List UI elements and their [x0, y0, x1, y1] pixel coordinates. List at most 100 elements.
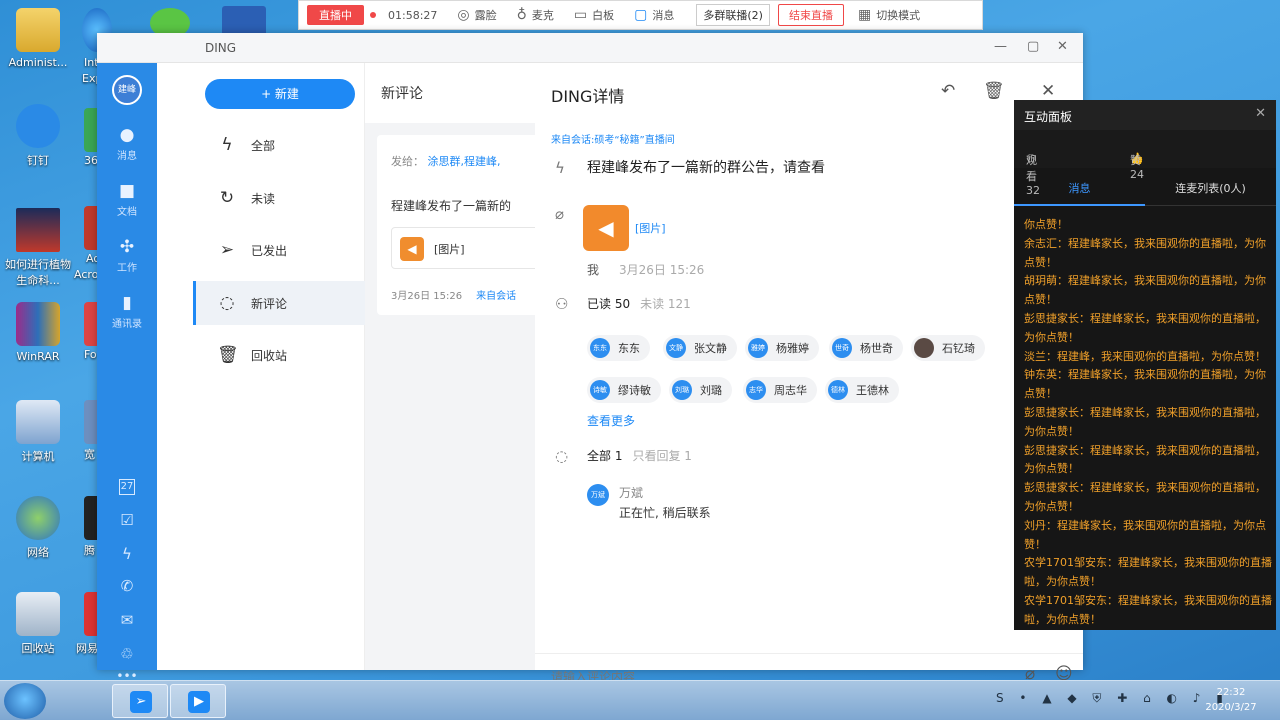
reader-chip[interactable]: 石钇琦 [911, 335, 985, 361]
panel-tabs: 消息 连麦列表(0人) [1014, 168, 1276, 206]
panel-close-icon[interactable]: ✕ [1255, 106, 1266, 121]
maximize-button[interactable]: ▢ [1027, 39, 1039, 54]
desktop-icon-network[interactable]: 网络 [0, 496, 76, 560]
desktop-icon-recycle[interactable]: 回收站 [0, 592, 76, 656]
delete-icon[interactable]: 🗑 [983, 81, 1005, 101]
menu-item-unread[interactable]: ↻ 未读 [193, 176, 365, 220]
reader-chip[interactable]: 德林 王德林 [825, 377, 899, 403]
folder-icon: ■ [118, 181, 136, 201]
live-message: 胡玥萌：程建峰家长，我来围观你的直播啦，为你点赞！ [1024, 274, 1266, 307]
ding-menu-panel: + 新建 ϟ 全部 ↻ 未读 ➢ 已发出 ◌ 新评论 🗑 回收站 [157, 63, 365, 670]
nav-work[interactable]: ✣ 工作 [97, 237, 157, 274]
phone-video-icon[interactable]: ✆ [97, 577, 157, 595]
live-message: 农学1701邹安东：程建峰家长，我来围观你的直播啦，为你点赞！ [1024, 556, 1272, 589]
ding-card[interactable]: 发给： 涂思群,程建峰, 程建峰发布了一篇新的 ◀ [图片] 3月26日 15:… [377, 135, 535, 315]
dingtalk-icon: ➢ [130, 691, 152, 713]
live-message-list[interactable]: 你点赞！ 余志汇：程建峰家长，我来围观你的直播啦，为你点赞！ 胡玥萌：程建峰家长… [1024, 216, 1272, 630]
message-button[interactable]: ▢ 消息 [634, 7, 674, 23]
live-message: 刘丹：程建峰家长，我来围观你的直播啦，为你点赞！ [1024, 518, 1266, 551]
tab-messages[interactable]: 消息 [1014, 180, 1145, 196]
detail-image-label[interactable]: [图片] [635, 220, 666, 236]
reader-chip[interactable]: 刘璐 刘璐 [669, 377, 732, 403]
system-tray[interactable]: S • ▲ ◆ ⛨ ✚ ⌂ ◐ ♪ ▮ [996, 691, 1229, 706]
commenter-name: 万斌 [619, 486, 644, 500]
comment-bubble-icon: ◌ [219, 293, 235, 313]
desktop-icon-video[interactable]: 如何进行植物生命科... [0, 208, 76, 288]
detail-close-icon[interactable]: ✕ [1041, 81, 1055, 101]
start-button[interactable] [4, 683, 46, 719]
desktop-icon-dingtalk[interactable]: 钉钉 [0, 104, 76, 168]
send-plane-icon: ➢ [219, 240, 235, 260]
desktop-icon-winrar[interactable]: WinRAR [0, 302, 76, 363]
reader-chip[interactable]: 雅婷 杨雅婷 [745, 335, 819, 361]
desktop-icon-computer[interactable]: 计算机 [0, 400, 76, 464]
interactive-panel-title: 互动面板 [1024, 110, 1073, 124]
only-replies-tab[interactable]: 只看回复 1 [632, 449, 691, 463]
whiteboard-icon: ▭ [573, 7, 588, 23]
window-close-button[interactable]: ✕ [1057, 39, 1068, 54]
live-message: 淡兰：程建峰，我来围观你的直播啦，为你点赞！ [1024, 349, 1266, 363]
taskbar-clock[interactable]: 22:32 2020/3/27 [1196, 685, 1266, 715]
cloud-icon[interactable]: ♲ [97, 645, 157, 663]
reader-chip[interactable]: 志华 周志华 [743, 377, 817, 403]
reader-chip[interactable]: 世奇 杨世奇 [829, 335, 903, 361]
comments-header: 全部 1 只看回复 1 [587, 447, 692, 464]
recording-dot-icon [370, 12, 376, 18]
whiteboard-button[interactable]: ▭ 白板 [574, 7, 614, 23]
window-titlebar: DING — ▢ ✕ [97, 33, 1083, 63]
live-stats: ⚇ 观看 32 👍 赞 24 [1014, 130, 1276, 197]
nav-docs[interactable]: ■ 文档 [97, 181, 157, 218]
comments-all-tab[interactable]: 全部 1 [587, 449, 622, 463]
mic-button[interactable]: ♁ 麦克 [517, 7, 554, 23]
comment-text: 正在忙, 稍后联系 [619, 506, 711, 520]
megaphone-image[interactable]: ◀ [583, 205, 629, 251]
megaphone-icon: ◀ [400, 237, 424, 261]
undo-icon[interactable]: ↶ [941, 81, 955, 101]
new-ding-button[interactable]: + 新建 [205, 79, 355, 109]
word-icon[interactable] [222, 6, 266, 36]
ding-detail-panel: DING详情 ↶ 🗑 ✕ 来自会话:硕考“秘籍”直播间 ϟ 程建峰发布了一篇新的… [535, 63, 1083, 688]
active-tab-indicator [1014, 204, 1145, 206]
nav-messages[interactable]: ● 消息 [97, 125, 157, 162]
end-live-button[interactable]: 结束直播 [777, 4, 844, 26]
reader-chip[interactable]: 文静 张文静 [663, 335, 737, 361]
comment-list-panel: 新评论 发给： 涂思群,程建峰, 程建峰发布了一篇新的 ◀ [图片] 3月26日… [365, 63, 535, 670]
apps-grid-icon: ✣ [119, 237, 135, 257]
live-message: 钟东英：程建峰家长，我来围观你的直播啦，为你点赞！ [1024, 368, 1266, 401]
reader-chip[interactable]: 东东 东东 [587, 335, 650, 361]
menu-item-sent[interactable]: ➢ 已发出 [193, 228, 365, 272]
user-avatar[interactable]: 建峰 [112, 75, 142, 105]
mail-icon[interactable]: ✉ [97, 611, 157, 629]
tab-mic-list[interactable]: 连麦列表(0人) [1145, 180, 1276, 196]
card-source-link[interactable]: 来自会话 [476, 291, 516, 302]
taskbar-live[interactable]: ▶ [170, 684, 226, 718]
folder-icon [16, 8, 60, 52]
menu-item-all[interactable]: ϟ 全部 [193, 123, 365, 167]
comment-icon: ◌ [555, 447, 569, 465]
interactive-panel: 互动面板 ✕ ⚇ 观看 32 👍 赞 24 消息 连麦列表(0人) 你点赞！ 余… [1014, 100, 1276, 630]
desktop-label-teng: 腾 [84, 544, 95, 557]
camera-button[interactable]: ◎ 露脸 [457, 7, 496, 23]
reader-chip[interactable]: 诗敏 缪诗敏 [587, 377, 661, 403]
interactive-panel-header: 互动面板 ✕ [1014, 100, 1276, 130]
ding-lightning-icon[interactable]: ϟ [97, 545, 157, 563]
detail-sender: 我 [587, 263, 600, 277]
desktop-label-fo: Fo [84, 348, 97, 361]
taskbar: ➢ ▶ S • ▲ ◆ ⛨ ✚ ⌂ ◐ ♪ ▮ 22:32 2020/3/27 [0, 680, 1280, 720]
todo-checkbox-icon[interactable]: ☑ [97, 511, 157, 529]
calendar-icon[interactable]: 27 [97, 479, 157, 495]
unread-count[interactable]: 未读 121 [640, 297, 691, 311]
desktop-icon-admin[interactable]: Administ... [0, 8, 76, 69]
menu-item-trash[interactable]: 🗑 回收站 [193, 333, 365, 377]
see-more-link[interactable]: 查看更多 [587, 412, 635, 429]
card-image-attachment[interactable]: ◀ [图片] [391, 227, 535, 269]
minimize-button[interactable]: — [994, 39, 1007, 54]
comment-list-header: 新评论 [365, 63, 535, 123]
multi-group-button[interactable]: 多群联播(2) [696, 4, 770, 26]
detail-source-link[interactable]: 来自会话:硕考“秘籍”直播间 [551, 131, 675, 146]
taskbar-dingtalk[interactable]: ➢ [112, 684, 168, 718]
menu-item-new-comments[interactable]: ◌ 新评论 [193, 281, 365, 325]
nav-contacts[interactable]: ▮ 通讯录 [97, 293, 157, 330]
switch-mode-button[interactable]: ▦ 切换模式 [858, 7, 920, 23]
read-count[interactable]: 已读 50 [587, 297, 630, 311]
